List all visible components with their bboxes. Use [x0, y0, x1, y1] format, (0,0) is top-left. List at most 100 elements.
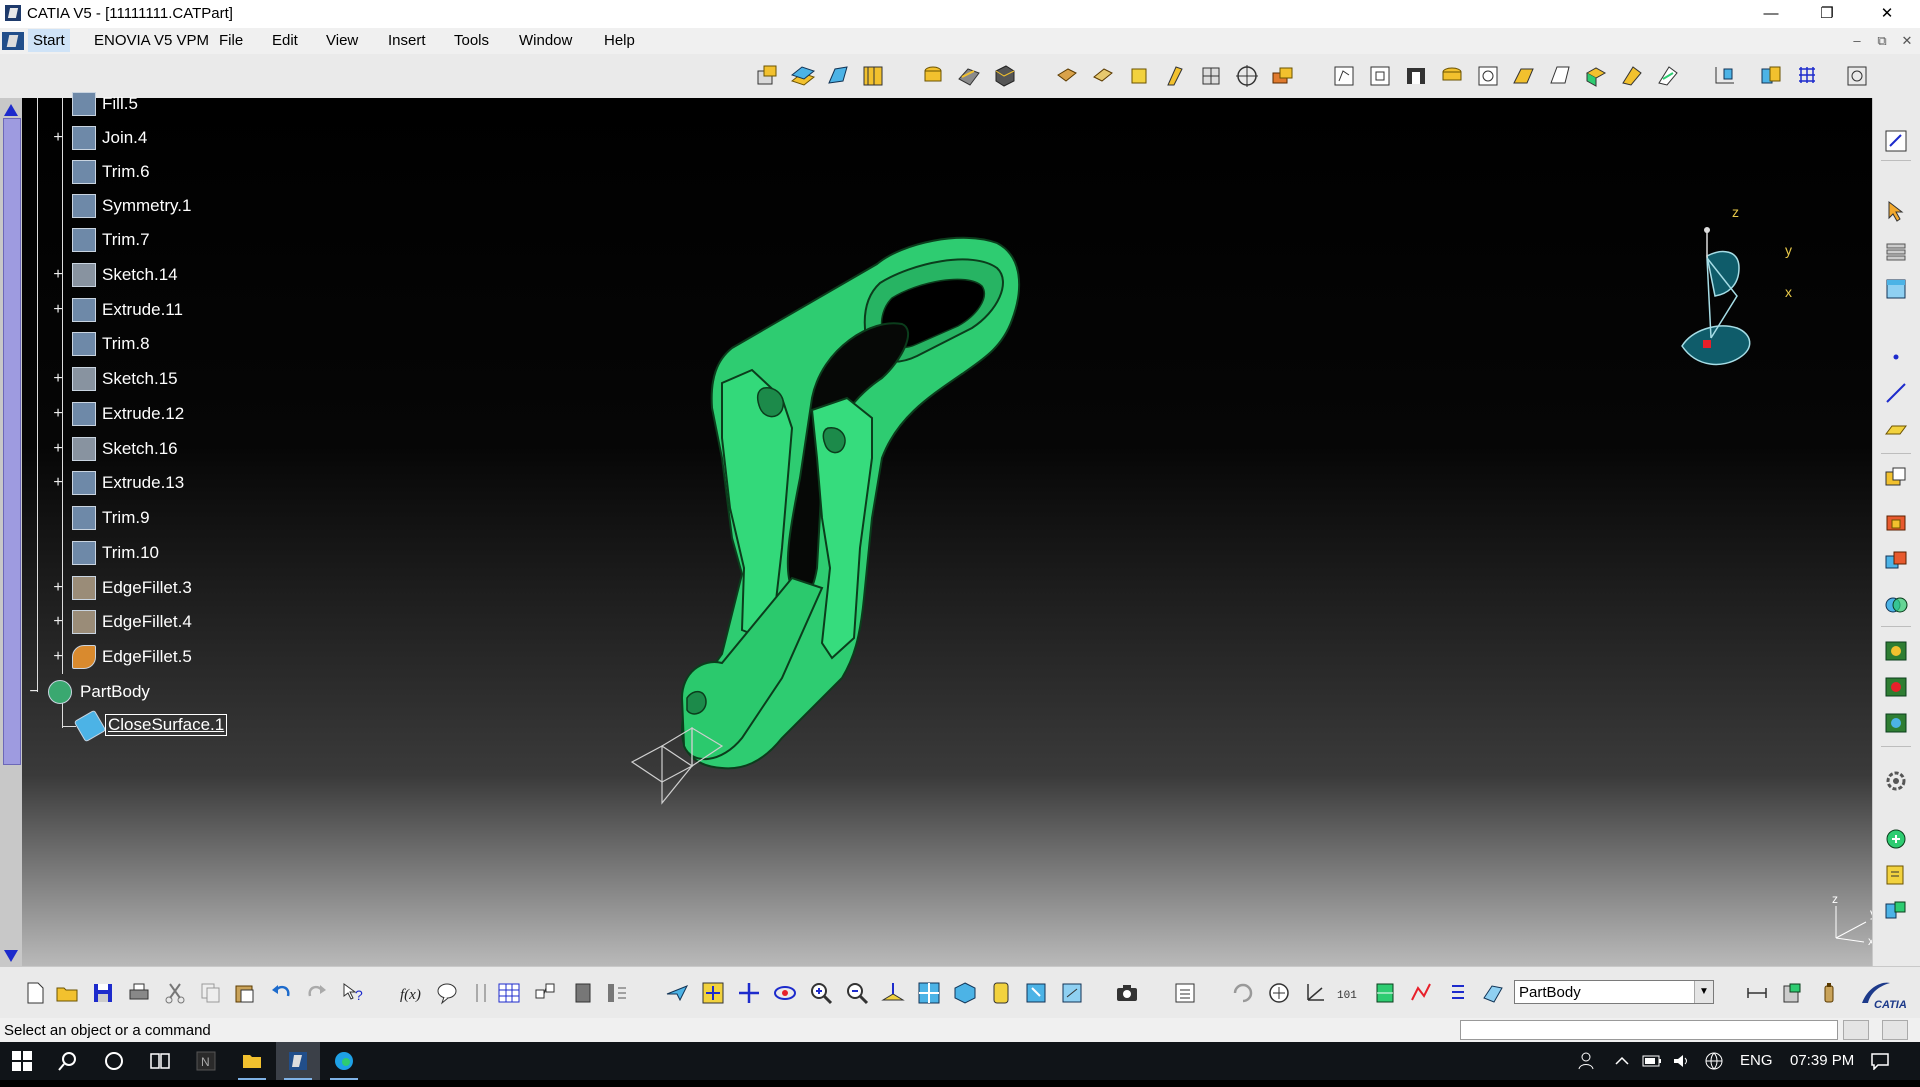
- tree-expander[interactable]: [52, 200, 64, 212]
- measure-item-icon[interactable]: [1780, 980, 1806, 1006]
- menu-enovia[interactable]: ENOVIA V5 VPM: [94, 32, 209, 49]
- tree-node-label[interactable]: Extrude.12: [102, 404, 184, 424]
- fit-all-icon[interactable]: [1844, 63, 1870, 89]
- tree-expander[interactable]: +: [52, 580, 64, 596]
- sweep-icon[interactable]: [1511, 63, 1537, 89]
- settings-gear-icon[interactable]: [1883, 768, 1909, 794]
- doc-restore-button[interactable]: ⧉: [1873, 32, 1891, 50]
- multi-section-surface-icon[interactable]: [860, 63, 886, 89]
- grid-body-icon[interactable]: [1198, 63, 1224, 89]
- design-table-icon[interactable]: [496, 980, 522, 1006]
- thick-surface-icon[interactable]: [992, 63, 1018, 89]
- undo-icon[interactable]: [268, 980, 294, 1006]
- copy-icon[interactable]: [198, 980, 224, 1006]
- tree-expander[interactable]: [52, 98, 64, 110]
- formula-icon[interactable]: [1883, 862, 1909, 888]
- fit-all-in-icon[interactable]: [700, 980, 726, 1006]
- parameter-icon[interactable]: [468, 980, 494, 1006]
- iso-view-icon[interactable]: [952, 980, 978, 1006]
- app-n-icon[interactable]: N: [184, 1042, 228, 1080]
- remove-body-icon[interactable]: [1883, 548, 1909, 574]
- normal-view-icon[interactable]: [880, 980, 906, 1006]
- tree-node-label[interactable]: EdgeFillet.3: [102, 578, 192, 598]
- rib-icon[interactable]: [1162, 63, 1188, 89]
- tree-node-label[interactable]: CloseSurface.1: [104, 714, 228, 736]
- positioned-sketch-icon[interactable]: [1367, 63, 1393, 89]
- tree-node-label[interactable]: Sketch.16: [102, 439, 178, 459]
- zoom-out-icon[interactable]: [844, 980, 870, 1006]
- stack-icon[interactable]: [1883, 238, 1909, 264]
- draft-icon[interactable]: [1090, 63, 1116, 89]
- paste-icon[interactable]: [232, 980, 258, 1006]
- tree-scrollbar[interactable]: [0, 98, 22, 966]
- tree-expander[interactable]: [52, 547, 64, 559]
- tree-node-label[interactable]: PartBody: [80, 682, 150, 702]
- shaft-icon[interactable]: [1054, 63, 1080, 89]
- print-icon[interactable]: [126, 980, 152, 1006]
- pan-icon[interactable]: [736, 980, 762, 1006]
- tree-expand-icon[interactable]: [1172, 980, 1198, 1006]
- tree-node-label[interactable]: Symmetry.1: [102, 196, 191, 216]
- combine-icon[interactable]: [1270, 63, 1296, 89]
- menu-insert[interactable]: Insert: [388, 32, 426, 49]
- knowledge-advisor-icon[interactable]: [434, 980, 460, 1006]
- redo-icon[interactable]: [304, 980, 330, 1006]
- multi-pad-icon[interactable]: [1655, 63, 1681, 89]
- cut-icon[interactable]: [162, 980, 188, 1006]
- texture-icon[interactable]: [1883, 710, 1909, 736]
- part-model[interactable]: [22, 98, 1872, 966]
- binary-icon[interactable]: 101: [1336, 980, 1362, 1006]
- catalog-icon[interactable]: [570, 980, 596, 1006]
- tree-node-label[interactable]: Fill.5: [102, 94, 138, 114]
- pocket-icon[interactable]: [1403, 63, 1429, 89]
- point-tool-icon[interactable]: [1883, 344, 1909, 370]
- open-folder-icon[interactable]: [54, 980, 80, 1006]
- tree-expander[interactable]: +: [52, 371, 64, 387]
- select-arrow-icon[interactable]: [1883, 198, 1909, 224]
- tree-node-label[interactable]: Trim.8: [102, 334, 150, 354]
- extract-icon[interactable]: [755, 63, 781, 89]
- solid-combine-icon[interactable]: [1583, 63, 1609, 89]
- menu-file[interactable]: File: [219, 32, 243, 49]
- tree-node-label[interactable]: Extrude.11: [102, 300, 183, 320]
- new-file-icon[interactable]: [22, 980, 48, 1006]
- status-button-2[interactable]: [1882, 1020, 1908, 1040]
- scroll-thumb[interactable]: [3, 118, 21, 765]
- 3d-compass-icon[interactable]: [1372, 980, 1398, 1006]
- task-view-icon[interactable]: [138, 1042, 182, 1080]
- shading-icon[interactable]: [988, 980, 1014, 1006]
- network-globe-icon[interactable]: [1704, 1042, 1726, 1080]
- formula-fx-icon[interactable]: f(x): [398, 980, 424, 1006]
- measure-icon[interactable]: [1712, 63, 1738, 89]
- search-icon[interactable]: [46, 1042, 90, 1080]
- tree-node-label[interactable]: Join.4: [102, 128, 147, 148]
- knowledge-icon[interactable]: [1883, 826, 1909, 852]
- analysis-icon[interactable]: [1758, 63, 1784, 89]
- hand-icon[interactable]: [1266, 980, 1292, 1006]
- list-icon[interactable]: [1444, 980, 1470, 1006]
- tree-node-label[interactable]: EdgeFillet.4: [102, 612, 192, 632]
- update-icon[interactable]: [1230, 980, 1256, 1006]
- 3d-viewport[interactable]: z y x z y x: [22, 98, 1872, 966]
- menu-window[interactable]: Window: [519, 32, 572, 49]
- sketch-icon[interactable]: [1331, 63, 1357, 89]
- tree-expander[interactable]: +: [52, 441, 64, 457]
- tree-expander[interactable]: +: [52, 475, 64, 491]
- menu-tools[interactable]: Tools: [454, 32, 489, 49]
- doc-minimize-button[interactable]: –: [1848, 32, 1866, 50]
- tree-node-label[interactable]: Trim.9: [102, 508, 150, 528]
- loft-icon[interactable]: [1547, 63, 1573, 89]
- windows-start-icon[interactable]: [0, 1042, 44, 1080]
- notifications-icon[interactable]: [1870, 1042, 1900, 1080]
- fly-mode-icon[interactable]: [664, 980, 690, 1006]
- tree-expander[interactable]: +: [52, 406, 64, 422]
- tree-node-label[interactable]: Trim.7: [102, 230, 150, 250]
- current-body-select[interactable]: PartBody ▼: [1514, 980, 1714, 1004]
- chevron-up-icon[interactable]: [1614, 1042, 1634, 1080]
- tree-node-label[interactable]: Trim.6: [102, 162, 150, 182]
- menu-view[interactable]: View: [326, 32, 358, 49]
- stiffener-icon[interactable]: [1619, 63, 1645, 89]
- sketcher-icon[interactable]: [1883, 128, 1909, 154]
- status-button-1[interactable]: [1843, 1020, 1869, 1040]
- people-icon[interactable]: [1578, 1042, 1602, 1080]
